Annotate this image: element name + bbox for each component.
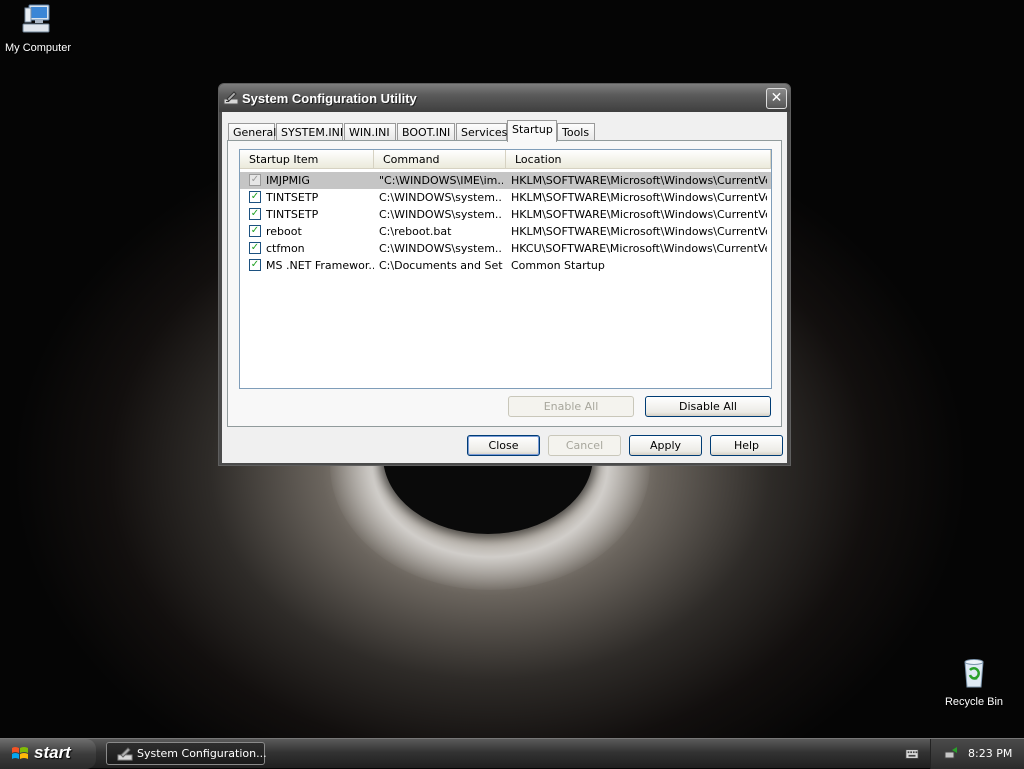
tab-label: WIN.INI [349,126,390,139]
desktop-icon-recycle-bin[interactable]: Recycle Bin [936,656,1012,708]
safely-remove-hardware-icon[interactable] [943,746,959,762]
startup-item-command: C:\WINDOWS\system... [379,208,503,221]
tab-label: Tools [562,126,590,139]
startup-item-command: C:\WINDOWS\system... [379,242,503,255]
button-label: Help [733,439,760,452]
tab-startup[interactable]: Startup [507,120,557,142]
tab-general[interactable]: General [228,123,277,141]
startup-item-location: HKLM\SOFTWARE\Microsoft\Windows\CurrentV… [511,191,767,204]
startup-item-location: HKLM\SOFTWARE\Microsoft\Windows\CurrentV… [511,225,767,238]
button-label: Cancel [565,439,604,452]
disable-all-button[interactable]: Disable All [645,396,771,417]
column-label: Command [383,153,440,166]
clock[interactable]: 8:23 PM [968,747,1012,760]
tab-boot-ini[interactable]: BOOT.INI [397,123,455,141]
startup-checkbox[interactable]: ✓ [249,208,261,220]
startup-checkbox[interactable]: ✓ [249,259,261,271]
tab-tools[interactable]: Tools [557,123,595,141]
column-label: Location [515,153,562,166]
startup-item-name: ctfmon [266,242,305,255]
cancel-button[interactable]: Cancel [548,435,621,456]
list-item[interactable]: ✓ ctfmon C:\WINDOWS\system... HKCU\SOFTW… [240,240,771,257]
close-button[interactable]: Close [467,435,540,456]
window-close-button[interactable]: ✕ [766,88,787,109]
tab-label: BOOT.INI [402,126,451,139]
enable-all-button[interactable]: Enable All [508,396,634,417]
startup-item-command: C:\WINDOWS\system... [379,191,503,204]
startup-item-command: "C:\WINDOWS\IME\im... [379,174,503,187]
window-titlebar[interactable]: System Configuration Utility ✕ [219,84,790,112]
column-header-location[interactable]: Location [506,150,771,169]
msconfig-app-icon [117,747,133,761]
column-header-command[interactable]: Command [374,150,506,169]
msconfig-app-icon [223,91,239,105]
startup-checkbox[interactable]: ✓ [249,174,261,186]
desktop-icon-my-computer[interactable]: My Computer [0,2,76,54]
list-item[interactable]: ✓ MS .NET Framewor... C:\Documents and S… [240,257,771,274]
tab-win-ini[interactable]: WIN.INI [344,123,396,141]
window-title: System Configuration Utility [242,91,417,106]
tab-services[interactable]: Services [456,123,507,141]
startup-checkbox[interactable]: ✓ [249,242,261,254]
keyboard-icon[interactable] [904,747,920,761]
startup-item-name: TINTSETP [266,191,319,204]
startup-tab-panel: Startup Item Command Location ✓ IMJPMIG … [227,140,782,427]
startup-item-name: MS .NET Framewor... [266,259,374,272]
column-header-startup-item[interactable]: Startup Item [240,150,374,169]
tab-label: SYSTEM.INI [281,126,344,139]
startup-item-name: reboot [266,225,302,238]
list-item[interactable]: ✓ TINTSETP C:\WINDOWS\system... HKLM\SOF… [240,189,771,206]
startup-item-location: HKCU\SOFTWARE\Microsoft\Windows\CurrentV… [511,242,767,255]
my-computer-label: My Computer [4,42,72,54]
taskbar-button-label: System Configuration... [137,747,267,760]
system-tray: 8:23 PM [930,739,1024,769]
list-header: Startup Item Command Location [240,150,771,169]
start-button[interactable]: start [0,739,96,769]
taskbar: start System Configuration... 8:23 PM [0,738,1024,769]
button-label: Close [488,439,519,452]
startup-item-command: C:\reboot.bat [379,225,452,238]
column-label: Startup Item [249,153,319,166]
my-computer-icon [22,4,50,33]
startup-checkbox[interactable]: ✓ [249,191,261,203]
recycle-bin-icon [964,659,984,688]
window-client-area: General SYSTEM.INI WIN.INI BOOT.INI Serv… [222,112,787,463]
button-label: Disable All [679,400,737,413]
tab-system-ini[interactable]: SYSTEM.INI [276,123,343,141]
tab-label: General [233,126,277,139]
tab-label: Startup [512,123,553,136]
recycle-bin-label: Recycle Bin [944,696,1004,708]
list-item[interactable]: ✓ reboot C:\reboot.bat HKLM\SOFTWARE\Mic… [240,223,771,240]
list-item[interactable]: ✓ IMJPMIG "C:\WINDOWS\IME\im... HKLM\SOF… [240,172,771,189]
startup-item-command: C:\Documents and Set... [379,259,503,272]
button-label: Apply [649,439,682,452]
startup-item-name: TINTSETP [266,208,319,221]
help-button[interactable]: Help [710,435,783,456]
list-item[interactable]: ✓ TINTSETP C:\WINDOWS\system... HKLM\SOF… [240,206,771,223]
windows-logo-icon [12,747,28,759]
startup-list[interactable]: Startup Item Command Location ✓ IMJPMIG … [239,149,772,389]
start-label: start [34,743,71,762]
tab-label: Services [461,126,508,139]
startup-checkbox[interactable]: ✓ [249,225,261,237]
apply-button[interactable]: Apply [629,435,702,456]
startup-item-name: IMJPMIG [266,174,310,187]
close-icon: ✕ [770,90,783,106]
taskbar-button-system-configuration[interactable]: System Configuration... [106,742,267,765]
startup-item-location: HKLM\SOFTWARE\Microsoft\Windows\CurrentV… [511,208,767,221]
startup-item-location: HKLM\SOFTWARE\Microsoft\Windows\CurrentV… [511,174,767,187]
button-label: Enable All [543,400,599,413]
system-configuration-window: System Configuration Utility ✕ General S… [218,83,791,466]
startup-item-location: Common Startup [511,259,605,272]
